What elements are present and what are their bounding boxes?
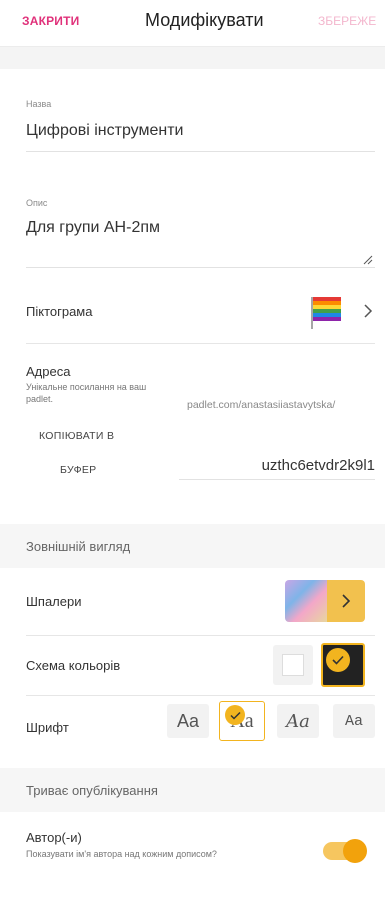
name-input[interactable]: Цифрові інструменти [26, 122, 184, 140]
copy-to-clipboard-button[interactable]: КОПІЮВАТИ В БУФЕР [26, 424, 150, 484]
font-option-mono[interactable]: Aa [333, 704, 375, 738]
copy-button-line2: БУФЕР [60, 464, 97, 476]
description-textarea[interactable]: Для групи АН-2пм [26, 219, 160, 237]
wallpaper-label: Шпалери [26, 594, 82, 609]
address-hint: Унікальне посилання на ваш padlet. [26, 382, 147, 404]
wallpaper-preview-image [285, 580, 327, 622]
color-scheme-row[interactable]: Схема кольорів [26, 636, 375, 696]
name-label: Назва [26, 99, 52, 109]
name-field[interactable]: Назва Цифрові інструменти [26, 69, 375, 171]
icon-label: Піктограма [26, 303, 93, 319]
icon-row[interactable]: Піктограма [26, 279, 375, 344]
font-label: Шрифт [26, 719, 69, 735]
selected-check-icon [225, 705, 245, 725]
wallpaper-next-button[interactable] [327, 580, 365, 622]
description-label: Опис [26, 198, 48, 208]
name-underline [26, 151, 375, 152]
save-button[interactable]: ЗБЕРЕЖЕ [318, 14, 376, 28]
light-scheme-preview [282, 654, 304, 676]
appearance-section-header: Зовнішній вигляд [0, 524, 385, 568]
font-option-serif[interactable]: Aa [219, 701, 265, 741]
author-label: Автор(-и) [26, 830, 82, 845]
address-url-prefix: padlet.com/anastasiiastavytska/ [187, 399, 336, 411]
address-label: Адреса [26, 364, 71, 379]
copy-button-line1: КОПІЮВАТИ В [39, 430, 115, 442]
appearance-section: Шпалери Схема кольорів Шрифт Aa Aa Aa [0, 568, 385, 758]
font-option-sans[interactable]: Aa [167, 704, 209, 738]
author-toggle[interactable] [323, 839, 367, 863]
resize-handle-icon[interactable] [363, 255, 373, 265]
selected-check-icon [326, 648, 350, 672]
header-bar: ЗАКРИТИ Модифікувати ЗБЕРЕЖЕ [0, 0, 385, 47]
author-toggle-knob [343, 839, 367, 863]
author-row[interactable]: Автор(-и) Показувати ім'я автора над кож… [26, 812, 375, 882]
color-scheme-dark-option[interactable] [321, 643, 365, 687]
publishing-section-header: Триває опублікування [0, 768, 385, 812]
address-section: Адреса Унікальне посилання на ваш padlet… [26, 344, 375, 504]
description-underline [26, 267, 375, 268]
chevron-right-icon [342, 594, 351, 608]
description-field[interactable]: Опис Для групи АН-2пм [26, 171, 375, 279]
rainbow-flag-icon [311, 297, 341, 329]
chevron-right-icon [364, 304, 373, 318]
publishing-section: Автор(-и) Показувати ім'я автора над кож… [0, 812, 385, 882]
top-separator [0, 47, 385, 69]
address-slug-input[interactable]: uzthc6etvdr2k9l1 [179, 447, 375, 480]
font-option-italic[interactable]: Aa [277, 704, 319, 738]
settings-form: Назва Цифрові інструменти Опис Для групи… [0, 69, 385, 504]
color-scheme-light-option[interactable] [273, 645, 313, 685]
wallpaper-row[interactable]: Шпалери [26, 568, 375, 636]
address-slug-value: uzthc6etvdr2k9l1 [261, 457, 375, 474]
page-title: Модифікувати [145, 10, 264, 30]
close-button[interactable]: ЗАКРИТИ [22, 14, 80, 28]
author-hint: Показувати ім'я автора над кожним дописо… [26, 849, 217, 859]
wallpaper-thumbnail[interactable] [285, 580, 365, 622]
font-row[interactable]: Шрифт Aa Aa Aa Aa [26, 696, 375, 758]
color-scheme-label: Схема кольорів [26, 658, 121, 673]
